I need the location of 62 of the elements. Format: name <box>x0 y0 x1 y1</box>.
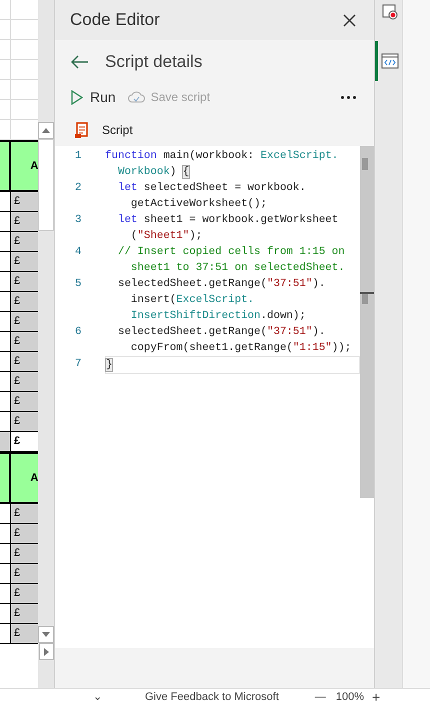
line-number: 7 <box>74 357 82 372</box>
line-number: 2 <box>74 181 82 196</box>
line-number: 6 <box>74 325 82 340</box>
table-cell: £ <box>11 272 38 291</box>
scroll-up-icon[interactable] <box>38 122 54 139</box>
table-cell: £ <box>11 252 38 271</box>
line-number: 4 <box>74 245 82 260</box>
code-line: sheet1 to 37:51 on selectedSheet. <box>130 261 346 276</box>
table-cell: £ <box>11 412 38 431</box>
table-cell: £ <box>11 624 38 643</box>
run-button[interactable]: Run <box>71 86 116 108</box>
scroll-right-icon[interactable] <box>39 643 54 660</box>
back-arrow-icon[interactable] <box>71 55 89 69</box>
line-number: 5 <box>74 277 82 292</box>
table-cell: £ <box>11 192 38 211</box>
script-details-heading: Script details <box>105 51 202 74</box>
code-line: // Insert copied cells from 1:15 on <box>116 245 346 260</box>
editor-scrollbar[interactable] <box>360 146 374 498</box>
table-cell: £ <box>11 392 38 411</box>
code-line: ("Sheet1"); <box>130 229 204 244</box>
code-icon <box>381 53 399 69</box>
zoom-out-button[interactable]: — <box>314 688 326 705</box>
code-line: getActiveWorksheet(); <box>130 197 268 212</box>
table-cell: £ <box>11 584 38 603</box>
line-number: 3 <box>74 213 82 228</box>
code-line: InsertShiftDirection.down); <box>130 309 307 324</box>
feedback-link[interactable]: Give Feedback to Microsoft <box>145 688 279 705</box>
table-cell: £ <box>11 564 38 583</box>
table-cell: £ <box>11 372 38 391</box>
table-cell: £ <box>11 332 38 351</box>
code-line: insert(ExcelScript. <box>130 293 256 308</box>
header-cell: A <box>11 142 38 190</box>
zoom-level: 100% <box>336 690 364 705</box>
scroll-down-icon[interactable] <box>38 626 54 643</box>
play-icon <box>71 90 83 104</box>
table-cell: £ <box>11 604 38 623</box>
code-line: selectedSheet.getRange("37:51"). <box>116 325 326 340</box>
table-cell: £ <box>11 544 38 563</box>
scrollbar-thumb[interactable] <box>38 139 54 231</box>
status-menu-caret[interactable]: ⌄ <box>93 688 105 705</box>
table-cell: £ <box>11 212 38 231</box>
table-cell: £ <box>11 524 38 543</box>
code-line: let selectedSheet = workbook. <box>116 181 307 196</box>
code-editor[interactable] <box>55 146 374 648</box>
script-label: Script <box>102 122 133 139</box>
script-icon <box>75 122 88 138</box>
line-number: 1 <box>74 149 82 164</box>
table-cell: £ <box>11 352 38 371</box>
code-line: selectedSheet.getRange("37:51"). <box>116 277 326 292</box>
recorder-icon <box>382 4 398 20</box>
panel-title: Code Editor <box>70 9 160 32</box>
zoom-in-button[interactable]: + <box>372 686 380 705</box>
cloud-check-icon <box>128 90 145 104</box>
header-cell: A <box>11 454 38 502</box>
table-cell: £ <box>11 312 38 331</box>
code-line: copyFrom(sheet1.getRange("1:15")); <box>130 341 352 356</box>
code-line: let sheet1 = workbook.getWorksheet <box>116 213 340 228</box>
table-cell: £ <box>11 292 38 311</box>
table-cell: £ <box>11 232 38 251</box>
code-line: Workbook) { <box>116 165 190 180</box>
table-cell: £ <box>11 504 38 523</box>
code-line: function main(workbook: ExcelScript. <box>105 149 340 164</box>
